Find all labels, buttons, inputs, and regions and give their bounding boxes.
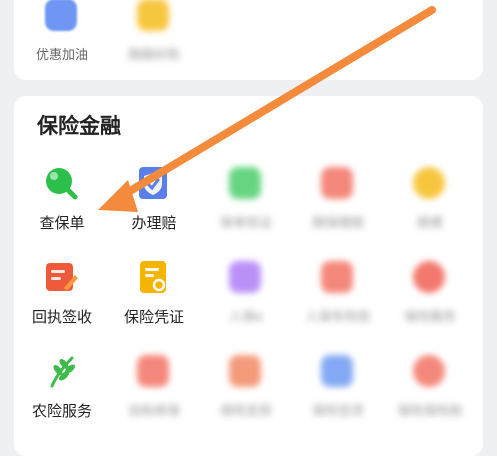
red-app-icon bbox=[318, 164, 356, 202]
green-app-icon bbox=[226, 164, 264, 202]
tile-label: 保险保险助 bbox=[397, 404, 463, 419]
top-card bbox=[14, 0, 483, 80]
tile-label: 回执签收 bbox=[31, 308, 92, 326]
tile-label: 随保随赔 bbox=[311, 216, 364, 231]
tile-label: 保险信贷 bbox=[311, 404, 364, 419]
tile-label: 优惠加油 bbox=[35, 48, 88, 63]
tile-label: 查保单 bbox=[39, 214, 85, 232]
orange-app-icon bbox=[226, 352, 264, 390]
blue-app-icon bbox=[318, 352, 356, 390]
tile-label: 人保车险验 bbox=[305, 310, 371, 325]
tile-label: 保险服务 bbox=[403, 310, 456, 325]
yellow-app-icon bbox=[410, 164, 448, 202]
purple-app-icon bbox=[226, 258, 264, 296]
red-app-icon bbox=[410, 258, 448, 296]
fuel-discount-icon bbox=[42, 0, 80, 34]
tile-label: 随便 bbox=[416, 216, 443, 231]
road-assist-icon bbox=[134, 0, 172, 34]
tile-label: 保险凭证 bbox=[123, 308, 184, 326]
red-app-icon bbox=[410, 352, 448, 390]
tile-label: 保单验证 bbox=[219, 216, 272, 231]
wheat-icon bbox=[42, 352, 80, 390]
tile-label: 人保e bbox=[229, 310, 263, 325]
insurance-certificate-icon bbox=[134, 258, 172, 296]
tile-label: 保险定损 bbox=[219, 404, 272, 419]
receipt-sign-icon bbox=[42, 258, 80, 296]
claim-shield-icon bbox=[134, 164, 172, 202]
renewal-icon bbox=[134, 352, 172, 390]
tile-label: 办理赔 bbox=[131, 214, 177, 232]
tile-label: 自助续保 bbox=[127, 404, 180, 419]
red-app-icon bbox=[318, 258, 356, 296]
tile-label: 农险服务 bbox=[31, 402, 92, 420]
search-policy-icon bbox=[42, 164, 80, 202]
tile-label: 随路好助 bbox=[127, 48, 180, 63]
section-title: 保险金融 bbox=[37, 114, 121, 138]
